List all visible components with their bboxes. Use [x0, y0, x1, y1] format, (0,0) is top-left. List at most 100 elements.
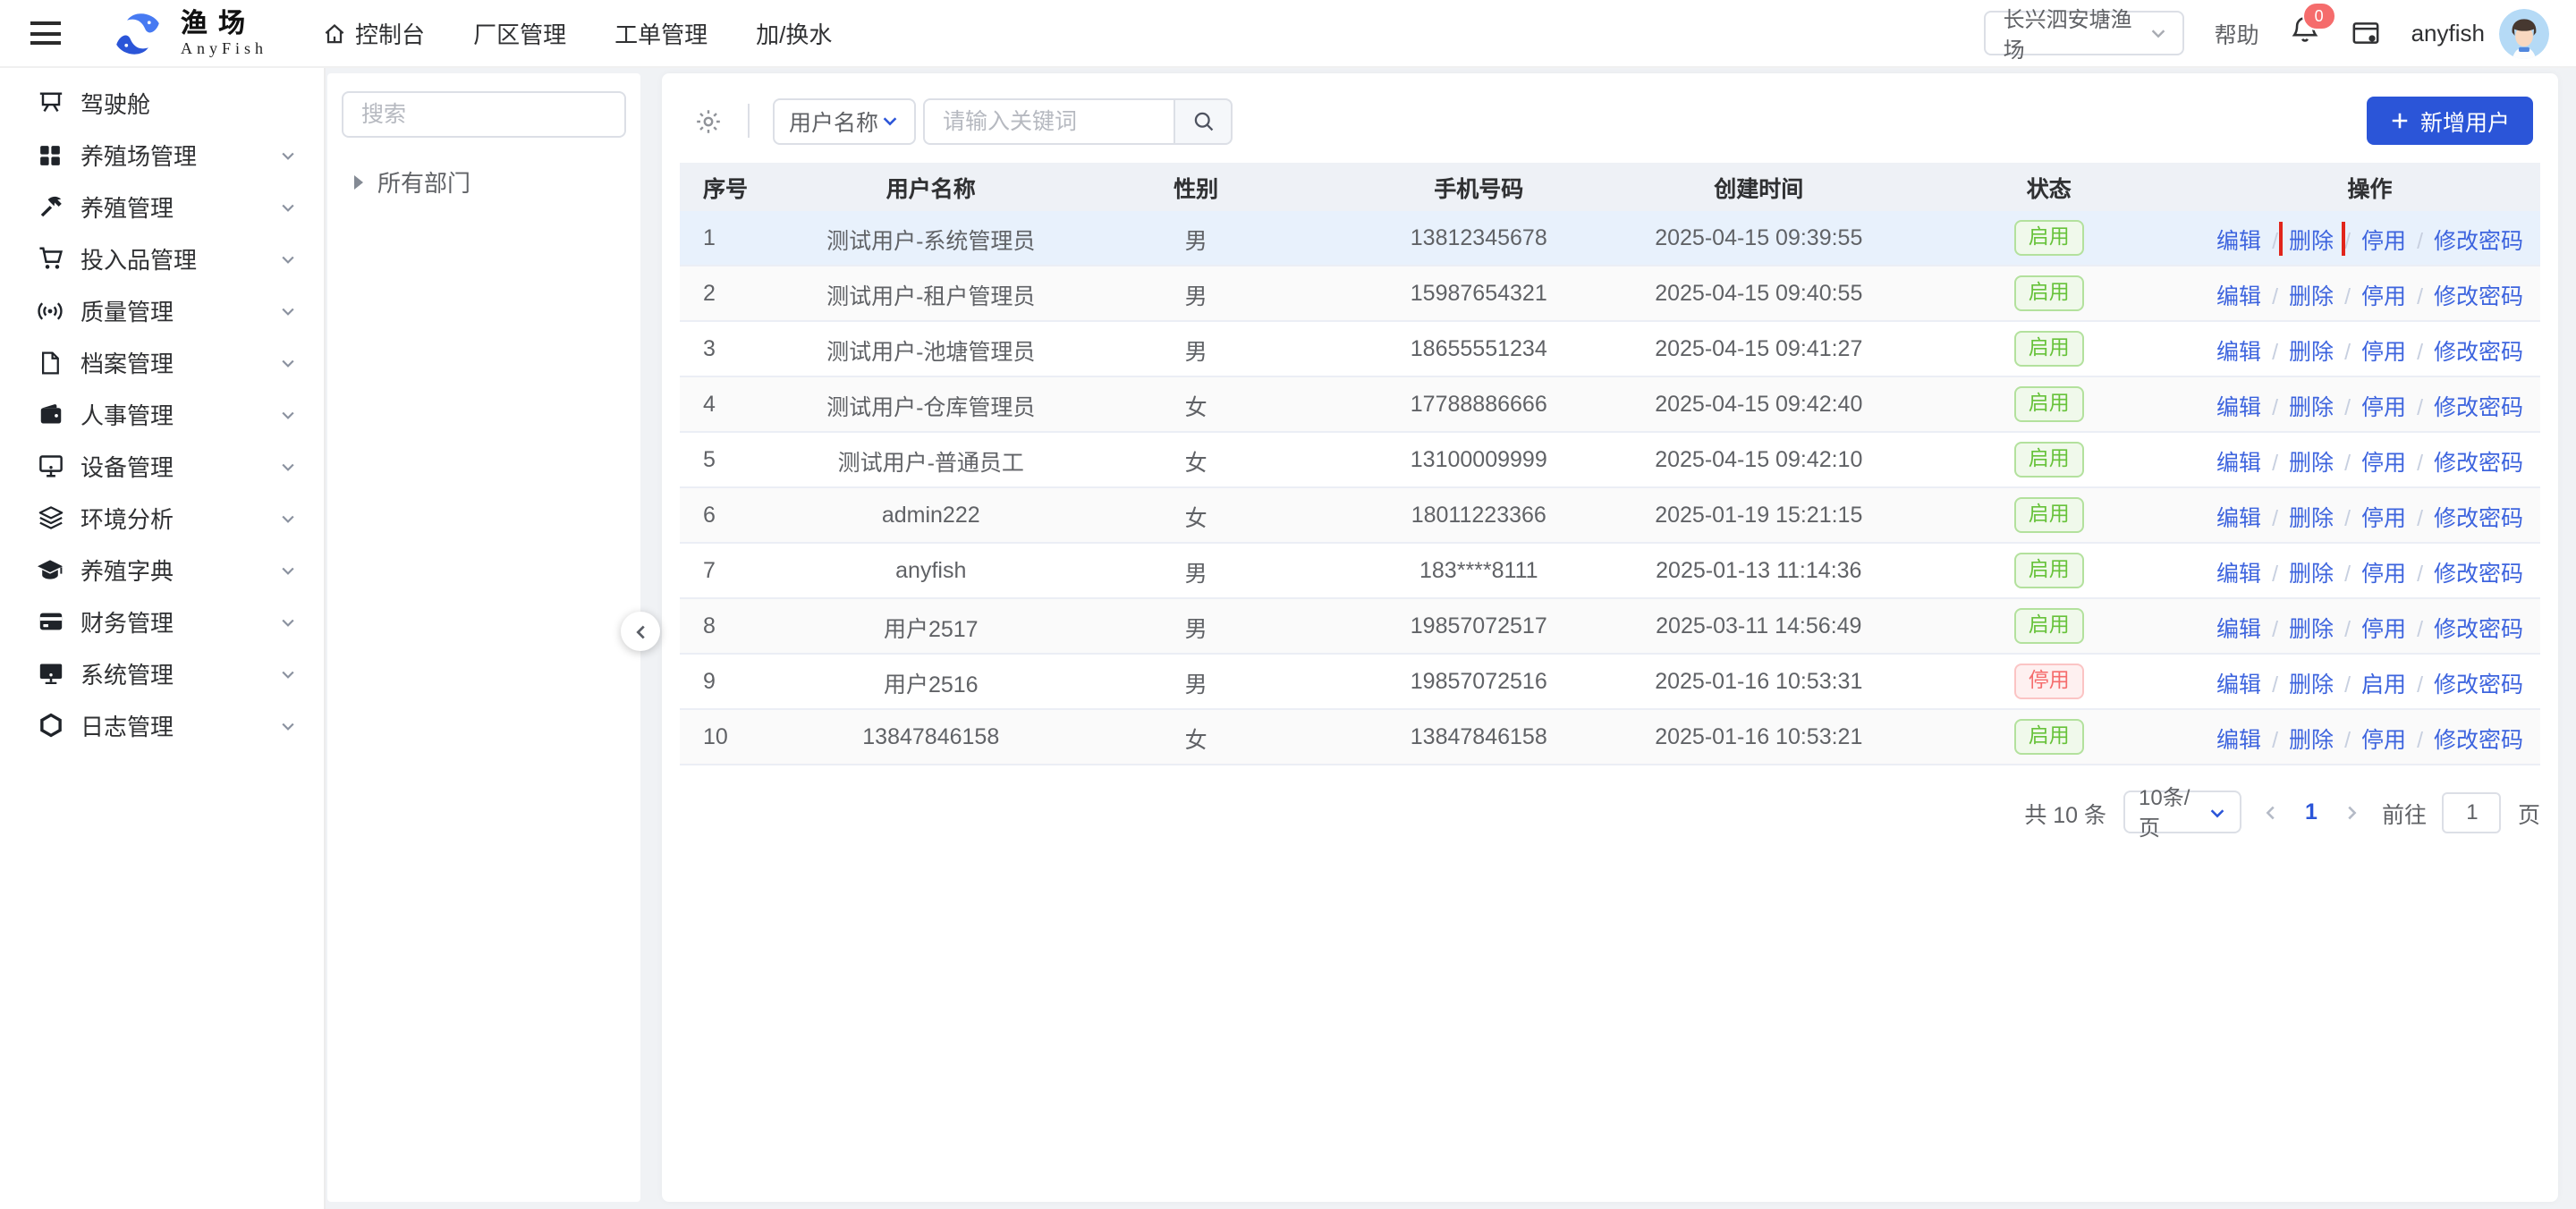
- enable-action-link[interactable]: 启用: [2361, 672, 2406, 697]
- change-password-action-link[interactable]: 修改密码: [2434, 228, 2523, 253]
- add-user-button[interactable]: 新增用户: [2367, 97, 2533, 145]
- action-separator: /: [2417, 616, 2423, 641]
- disable-action-link[interactable]: 停用: [2361, 283, 2406, 309]
- help-link[interactable]: 帮助: [2215, 16, 2259, 50]
- change-password-action-link[interactable]: 修改密码: [2434, 339, 2523, 364]
- desktop-icon: [36, 660, 64, 687]
- delete-action-link[interactable]: 删除: [2289, 505, 2334, 530]
- delete-action-link[interactable]: 删除: [2289, 283, 2334, 309]
- delete-action-link[interactable]: 删除: [2289, 228, 2334, 253]
- delete-action-link[interactable]: 删除: [2289, 672, 2334, 697]
- sidebar-item-label: 质量管理: [80, 293, 174, 327]
- nav-item-console[interactable]: 控制台: [321, 16, 425, 50]
- sidebar-item-label: 投入品管理: [80, 241, 197, 275]
- column-settings-gear-icon[interactable]: [687, 99, 730, 142]
- sidebar-item-6[interactable]: 人事管理: [0, 388, 324, 440]
- page-size-select[interactable]: 10条/页: [2123, 790, 2241, 833]
- edit-action-link[interactable]: 编辑: [2216, 339, 2261, 364]
- workspace-select[interactable]: 长兴泗安塘渔场: [1984, 11, 2184, 55]
- user-avatar[interactable]: [2499, 8, 2549, 58]
- disable-action-link[interactable]: 停用: [2361, 228, 2406, 253]
- delete-action-link[interactable]: 删除: [2289, 561, 2334, 586]
- caret-right-icon[interactable]: [354, 174, 363, 189]
- edit-action-link[interactable]: 编辑: [2216, 505, 2261, 530]
- edit-action-link[interactable]: 编辑: [2216, 228, 2261, 253]
- edit-action-link[interactable]: 编辑: [2216, 561, 2261, 586]
- change-password-action-link[interactable]: 修改密码: [2434, 450, 2523, 475]
- filter-field-select[interactable]: 用户名称: [773, 97, 916, 144]
- sidebar-item-9[interactable]: 养殖字典: [0, 544, 324, 596]
- sidebar-item-8[interactable]: 环境分析: [0, 492, 324, 544]
- sidebar-item-4[interactable]: 质量管理: [0, 284, 324, 336]
- panel-collapse-button[interactable]: [621, 612, 660, 651]
- disable-action-link[interactable]: 停用: [2361, 616, 2406, 641]
- column-header: 手机号码: [1338, 170, 1619, 204]
- edit-action-link[interactable]: 编辑: [2216, 672, 2261, 697]
- delete-action-link[interactable]: 删除: [2289, 450, 2334, 475]
- keyword-input[interactable]: [923, 97, 1174, 144]
- notification-bell-icon[interactable]: 0: [2290, 13, 2320, 53]
- created-time-cell: 2025-01-19 15:21:15: [1619, 503, 1898, 528]
- table-row: 5测试用户-普通员工女131000099992025-04-15 09:42:1…: [680, 433, 2540, 488]
- edit-action-link[interactable]: 编辑: [2216, 616, 2261, 641]
- edit-action-link[interactable]: 编辑: [2216, 727, 2261, 752]
- disable-action-link[interactable]: 停用: [2361, 727, 2406, 752]
- actions-cell: 编辑/删除/停用/修改密码: [2199, 443, 2540, 477]
- edit-action-link[interactable]: 编辑: [2216, 394, 2261, 419]
- sidebar-item-0[interactable]: 驾驶舱: [0, 77, 324, 129]
- username-label: anyfish: [2411, 20, 2485, 46]
- change-password-action-link[interactable]: 修改密码: [2434, 283, 2523, 309]
- sidebar-item-2[interactable]: 养殖管理: [0, 181, 324, 232]
- delete-action-link[interactable]: 删除: [2289, 616, 2334, 641]
- hamburger-menu-icon[interactable]: [23, 14, 68, 52]
- user-name-cell: admin222: [809, 503, 1055, 528]
- prev-page-button[interactable]: [2257, 802, 2284, 822]
- edit-action-link[interactable]: 编辑: [2216, 450, 2261, 475]
- sidebar-item-7[interactable]: 设备管理: [0, 440, 324, 492]
- chevron-down-icon: [279, 664, 297, 682]
- change-password-action-link[interactable]: 修改密码: [2434, 672, 2523, 697]
- disable-action-link[interactable]: 停用: [2361, 505, 2406, 530]
- console-settings-icon[interactable]: [2351, 18, 2381, 48]
- tree-item-all-departments[interactable]: 所有部门: [342, 165, 626, 199]
- sidebar-item-5[interactable]: 档案管理: [0, 336, 324, 388]
- change-password-action-link[interactable]: 修改密码: [2434, 394, 2523, 419]
- delete-action-link[interactable]: 删除: [2289, 727, 2334, 752]
- change-password-action-link[interactable]: 修改密码: [2434, 727, 2523, 752]
- row-index-cell: 7: [680, 558, 809, 583]
- department-search-input[interactable]: [342, 91, 626, 138]
- disable-action-link[interactable]: 停用: [2361, 394, 2406, 419]
- disable-action-link[interactable]: 停用: [2361, 339, 2406, 364]
- delete-action-link[interactable]: 删除: [2289, 394, 2334, 419]
- next-page-button[interactable]: [2339, 802, 2366, 822]
- sidebar-item-1[interactable]: 养殖场管理: [0, 129, 324, 181]
- nav-item-workorder[interactable]: 工单管理: [614, 16, 708, 50]
- sidebar-item-3[interactable]: 投入品管理: [0, 232, 324, 284]
- row-index-cell: 2: [680, 281, 809, 306]
- sidebar-item-10[interactable]: 财务管理: [0, 596, 324, 647]
- created-time-cell: 2025-01-13 11:14:36: [1619, 558, 1898, 583]
- disable-action-link[interactable]: 停用: [2361, 561, 2406, 586]
- chevron-down-icon: [2148, 23, 2168, 43]
- status-cell: 启用: [1898, 441, 2199, 478]
- edit-action-link[interactable]: 编辑: [2216, 283, 2261, 309]
- action-separator: /: [2417, 505, 2423, 530]
- change-password-action-link[interactable]: 修改密码: [2434, 561, 2523, 586]
- disable-action-link[interactable]: 停用: [2361, 450, 2406, 475]
- sidebar-item-11[interactable]: 系统管理: [0, 647, 324, 699]
- created-time-cell: 2025-04-15 09:41:27: [1619, 336, 1898, 361]
- goto-page-input[interactable]: [2443, 791, 2502, 833]
- delete-action-link[interactable]: 删除: [2289, 339, 2334, 364]
- sidebar-item-12[interactable]: 日志管理: [0, 699, 324, 751]
- nav-item-factory[interactable]: 厂区管理: [473, 16, 566, 50]
- change-password-action-link[interactable]: 修改密码: [2434, 505, 2523, 530]
- current-page-number[interactable]: 1: [2305, 799, 2318, 824]
- home-icon: [321, 21, 346, 46]
- search-button[interactable]: [1174, 97, 1233, 144]
- phone-cell: 18011223366: [1338, 503, 1619, 528]
- change-password-action-link[interactable]: 修改密码: [2434, 616, 2523, 641]
- nav-item-label: 厂区管理: [473, 16, 566, 50]
- plus-icon: [2390, 111, 2410, 131]
- nav-item-water[interactable]: 加/换水: [756, 16, 832, 50]
- graduation-icon: [36, 555, 64, 584]
